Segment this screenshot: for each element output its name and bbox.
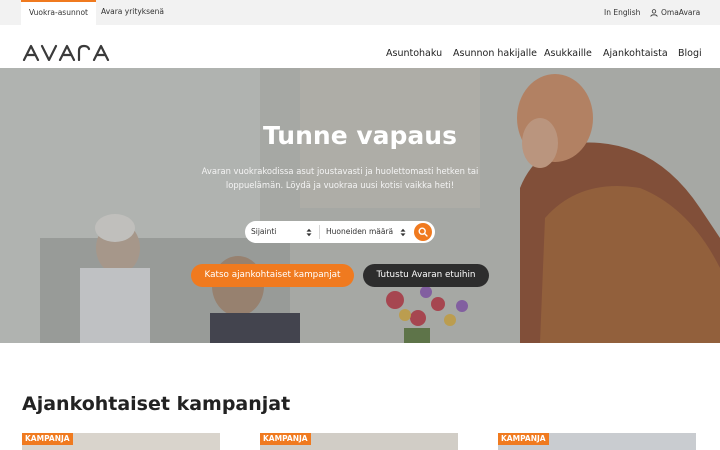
avara-logo[interactable] — [22, 44, 118, 61]
user-icon — [650, 8, 658, 17]
rooms-select[interactable]: Huoneiden määrä — [326, 221, 410, 243]
select-divider — [319, 225, 320, 239]
campaign-card[interactable]: KAMPANJA — [498, 433, 696, 450]
nav-for-residents[interactable]: Asukkaille — [544, 48, 592, 59]
nav-blog[interactable]: Blogi — [678, 48, 702, 59]
hero-banner — [0, 68, 720, 343]
campaigns-button[interactable]: Katso ajankohtaiset kampanjat — [191, 264, 354, 287]
select-arrows-icon — [400, 228, 406, 237]
hero-subtitle: Avaran vuokrakodissa asut joustavasti ja… — [201, 166, 479, 190]
campaign-badge: KAMPANJA — [498, 433, 549, 445]
language-link[interactable]: In English — [604, 0, 640, 25]
campaign-card[interactable]: KAMPANJA — [22, 433, 220, 450]
nav-apartment-search[interactable]: Asuntohaku — [386, 48, 442, 59]
search-button[interactable] — [414, 223, 432, 241]
benefits-button[interactable]: Tutustu Avaran etuihin — [363, 264, 489, 287]
nav-for-applicants[interactable]: Asunnon hakijalle — [453, 48, 537, 59]
hero-overlay — [0, 68, 720, 343]
campaign-badge: KAMPANJA — [260, 433, 311, 445]
hero-title: Tunne vapaus — [263, 121, 457, 150]
select-arrows-icon — [306, 228, 312, 237]
search-icon — [418, 227, 428, 237]
account-label: OmaAvara — [661, 8, 701, 17]
account-link[interactable]: OmaAvara — [650, 0, 700, 25]
campaign-badge: KAMPANJA — [22, 433, 73, 445]
tab-avara-company[interactable]: Avara yrityksenä — [101, 0, 164, 25]
campaign-card[interactable]: KAMPANJA — [260, 433, 458, 450]
campaigns-heading: Ajankohtaiset kampanjat — [22, 393, 291, 415]
nav-news[interactable]: Ajankohtaista — [603, 48, 668, 59]
tab-rental-apartments[interactable]: Vuokra-asunnot — [21, 0, 96, 25]
